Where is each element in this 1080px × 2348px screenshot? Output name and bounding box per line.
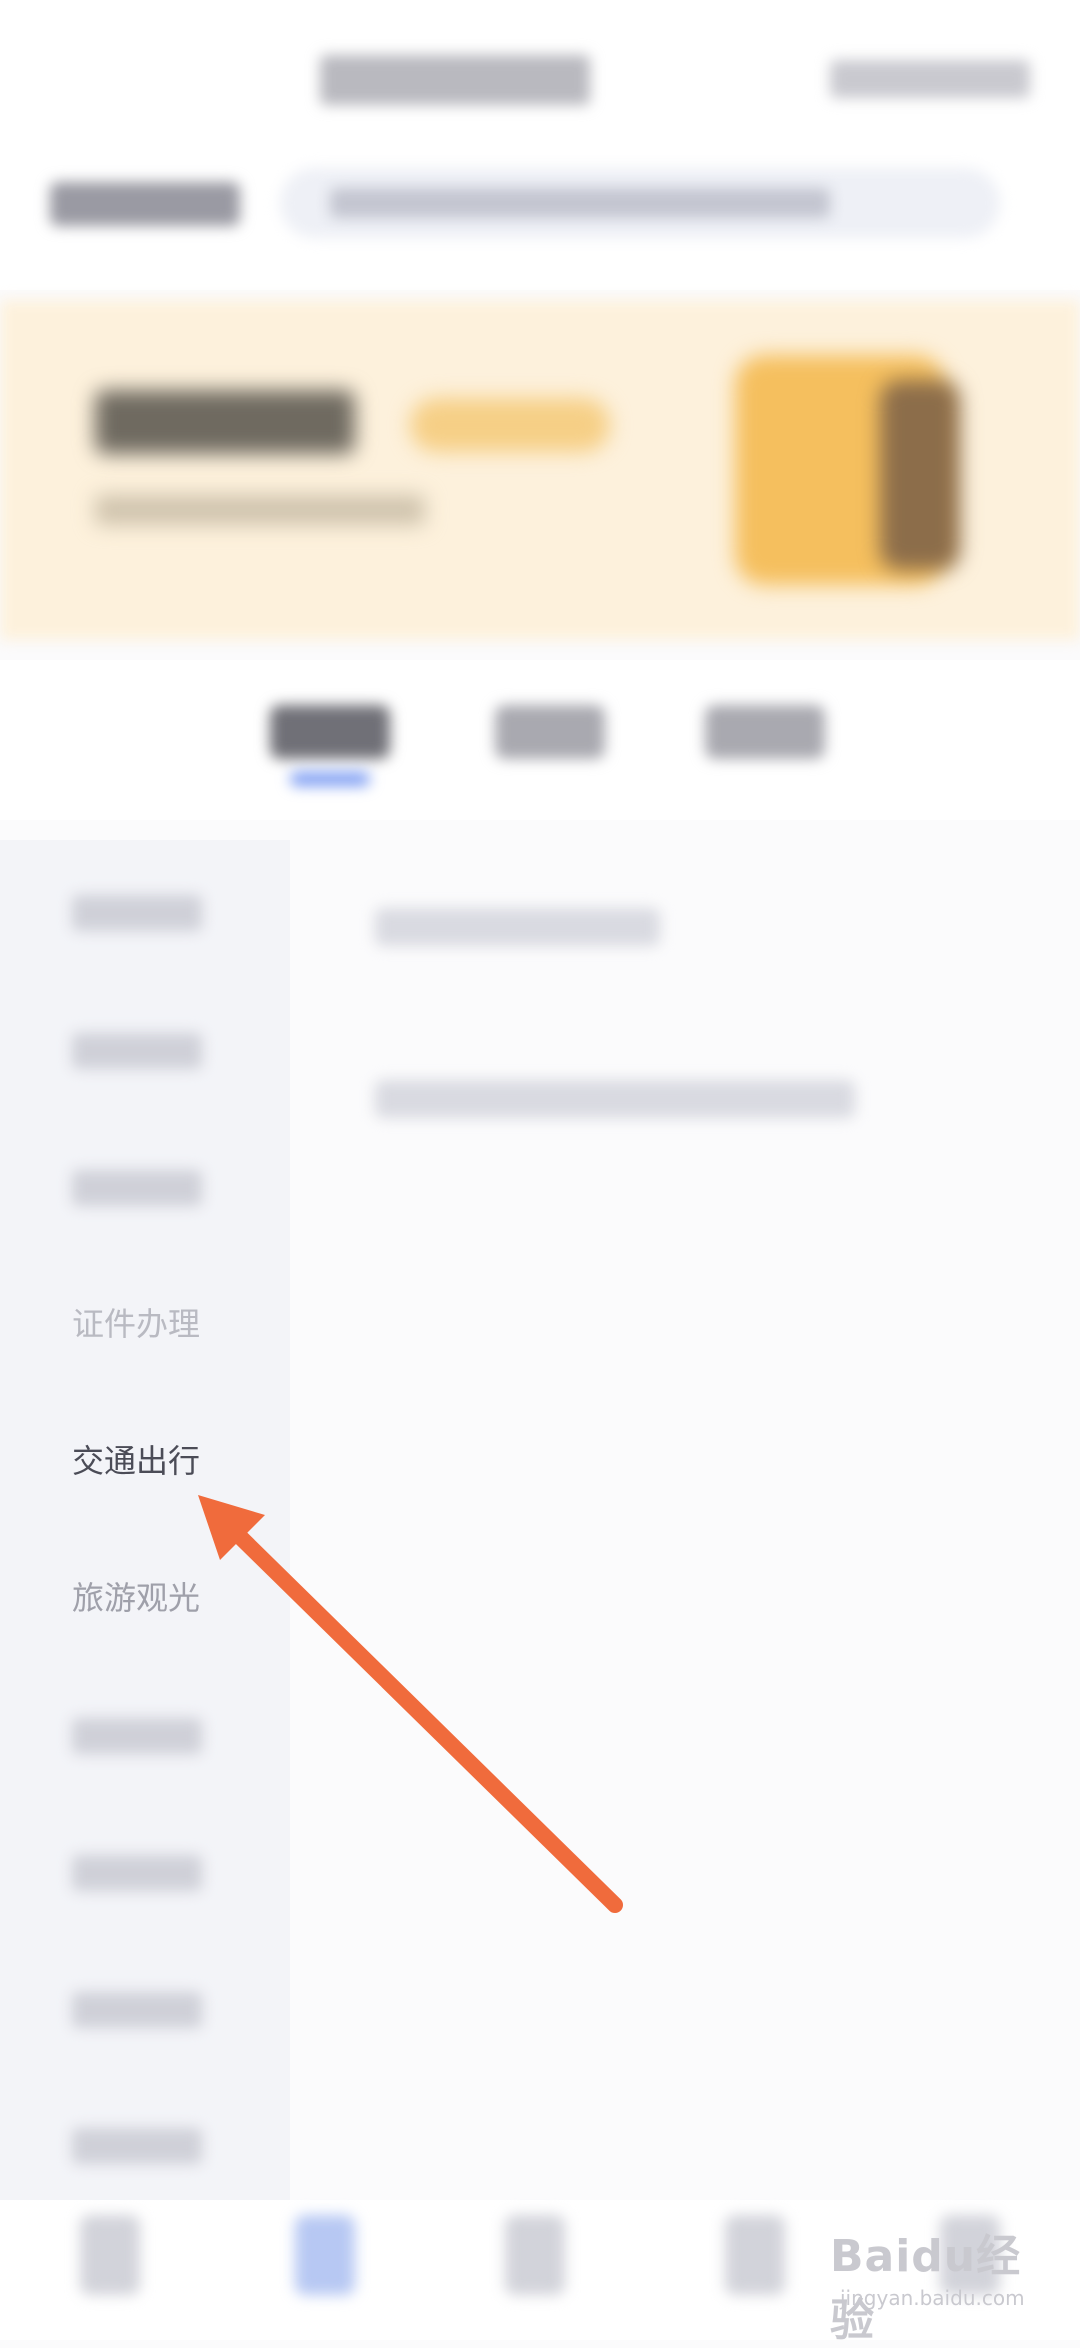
watermark-url: jingyan.baidu.com <box>840 2286 1025 2310</box>
watermark-logo: Baidu经验 <box>830 2231 1022 2346</box>
annotation-arrow <box>198 1495 623 1913</box>
baidu-watermark: Baidu经验 jingyan.baidu.com <box>830 2220 1060 2346</box>
